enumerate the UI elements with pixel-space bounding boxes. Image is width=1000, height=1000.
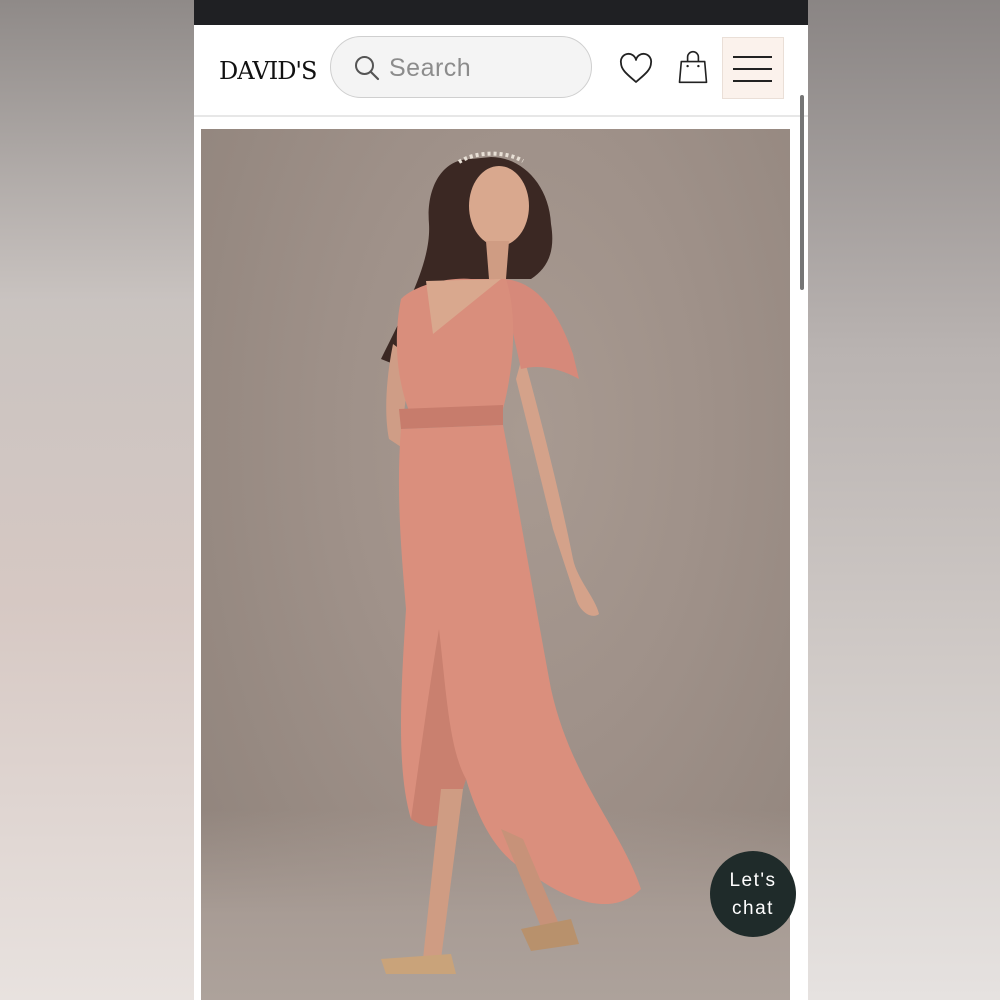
heart-icon[interactable] — [618, 51, 654, 87]
scrollbar[interactable] — [800, 95, 804, 290]
menu-bar-middle — [733, 68, 772, 70]
dress-sash — [399, 405, 503, 429]
lets-chat-button[interactable]: Let's chat — [710, 851, 796, 937]
background-right — [808, 0, 1000, 1000]
shoe-front — [381, 954, 456, 974]
hamburger-menu-icon[interactable] — [722, 37, 784, 99]
search-placeholder: Search — [389, 54, 472, 82]
chat-label-line1: Let's — [729, 870, 777, 891]
search-bar[interactable]: Search — [330, 36, 592, 98]
face — [469, 166, 529, 246]
menu-bar-bottom — [733, 80, 772, 82]
shoe-back — [521, 919, 579, 951]
shopping-bag-icon[interactable] — [675, 49, 711, 85]
background-left — [0, 0, 194, 1000]
status-bar — [194, 0, 808, 25]
neck — [486, 241, 509, 279]
search-icon — [355, 56, 380, 81]
brand-logo[interactable]: DAVID'S — [219, 57, 317, 85]
chat-label-line2: chat — [732, 898, 774, 919]
menu-bar-top — [733, 56, 772, 58]
site-header: DAVID'S Search — [194, 25, 808, 117]
model-illustration — [381, 151, 641, 974]
phone-screen: DAVID'S Search Let's chat — [194, 0, 808, 1000]
product-photo[interactable] — [201, 129, 790, 1000]
